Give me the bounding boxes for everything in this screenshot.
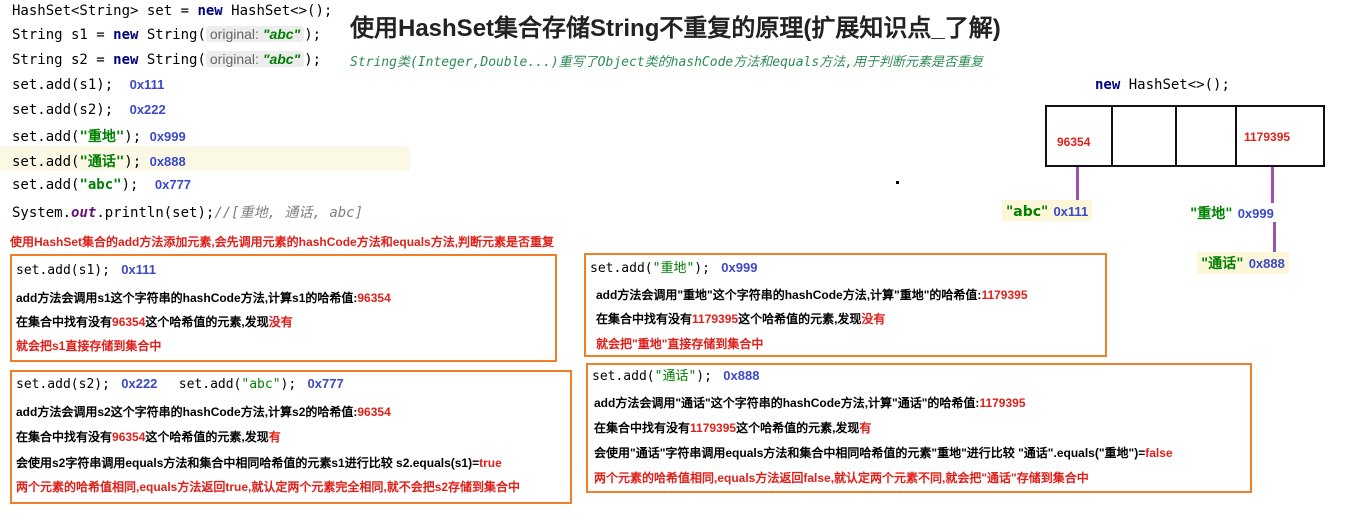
code-line-6: set.add("重地"); 0x999 xyxy=(12,129,186,145)
box2-line1: add方法会调用s2这个字符串的hashCode方法,计算s2的哈希值:9635… xyxy=(16,405,391,419)
parameter-hint: original: "abc" xyxy=(205,51,305,67)
box3-line3: 就会把"重地"直接存储到集合中 xyxy=(596,337,764,351)
box1-line2: 在集合中找有没有96354这个哈希值的元素,发现没有 xyxy=(16,315,293,329)
explain-box-s2: set.add(s2); 0x222 set.add("abc"); 0x777… xyxy=(10,370,572,504)
code-line-3: String s2 = new String(original: "abc"); xyxy=(12,51,322,68)
subtitle: String类(Integer,Double...)重写了Object类的has… xyxy=(350,55,984,70)
box3-code: set.add("重地"); 0x999 xyxy=(590,260,758,276)
box3-line2: 在集合中找有没有1179395这个哈希值的元素,发现没有 xyxy=(596,312,886,326)
parameter-hint: original: "abc" xyxy=(205,26,305,42)
box4-line1: add方法会调用"通话"这个字符串的hashCode方法,计算"通话"的哈希值:… xyxy=(594,396,1026,410)
element-zhongdi: "重地" 0x999 xyxy=(1190,206,1274,222)
page-title: 使用HashSet集合存储String不重复的原理(扩展知识点_了解) xyxy=(350,15,1001,42)
box3-line1: add方法会调用"重地"这个字符串的hashCode方法,计算"重地"的哈希值:… xyxy=(596,288,1028,302)
box4-code: set.add("通话"); 0x888 xyxy=(592,368,760,384)
code-line-1: HashSet<String> set = new HashSet<>(); xyxy=(12,3,333,19)
bucket-hash-value-4: 1179395 xyxy=(1244,130,1291,144)
explain-box-s1: set.add(s1); 0x111 add方法会调用s1这个字符串的hashC… xyxy=(10,254,557,362)
explain-box-tonghua: set.add("通话"); 0x888 add方法会调用"通话"这个字符串的h… xyxy=(586,363,1252,493)
bucket-hash-value-1: 96354 xyxy=(1057,135,1091,149)
element-tonghua: "通话" 0x888 xyxy=(1197,252,1289,274)
link-line-zd xyxy=(1271,167,1274,203)
hashset-label: new HashSet<>(); xyxy=(1095,77,1230,93)
box4-line3: 会使用"通话"字符串调用equals方法和集合中相同哈希值的元素"重地"进行比较… xyxy=(594,446,1173,460)
hash-table: 96354 1179395 xyxy=(1045,105,1325,167)
code-line-4: set.add(s1); 0x111 xyxy=(12,77,165,93)
code-line-7: set.add("通话"); 0x888 xyxy=(12,154,186,170)
hash-bucket-3 xyxy=(1177,107,1237,165)
box4-line2: 在集合中找有没有1179395这个哈希值的元素,发现有 xyxy=(594,421,872,435)
code-line-5: set.add(s2); 0x222 xyxy=(12,102,166,118)
box1-line3: 就会把s1直接存储到集合中 xyxy=(16,339,162,353)
box2-line3: 会使用s2字符串调用equals方法和集合中相同哈希值的元素s1进行比较 s2.… xyxy=(16,456,502,470)
box1-code: set.add(s1); 0x111 xyxy=(16,262,156,278)
hash-bucket-2 xyxy=(1113,107,1177,165)
dot-mark xyxy=(896,181,899,184)
box2-line4: 两个元素的哈希值相同,equals方法返回true,就认定两个元素完全相同,就不… xyxy=(16,480,521,494)
box4-line4: 两个元素的哈希值相同,equals方法返回false,就认定两个元素不同,就会把… xyxy=(594,471,1089,485)
box2-line2: 在集合中找有没有96354这个哈希值的元素,发现有 xyxy=(16,430,281,444)
box2-code: set.add(s2); 0x222 set.add("abc"); 0x777 xyxy=(16,376,344,392)
link-line-abc xyxy=(1076,167,1079,203)
box1-line1: add方法会调用s1这个字符串的hashCode方法,计算s1的哈希值:9635… xyxy=(16,291,391,305)
element-abc: "abc" 0x111 xyxy=(1002,200,1093,221)
code-line-8: set.add("abc"); 0x777 xyxy=(12,177,192,193)
code-line-9: System.out.println(set);//[重地, 通话, abc] xyxy=(12,205,364,221)
add-method-note: 使用HashSet集合的add方法添加元素,会先调用元素的hashCode方法和… xyxy=(10,235,555,249)
explain-box-zhongdi: set.add("重地"); 0x999 add方法会调用"重地"这个字符串的h… xyxy=(584,253,1107,357)
code-line-2: String s1 = new String(original: "abc"); xyxy=(12,26,322,43)
